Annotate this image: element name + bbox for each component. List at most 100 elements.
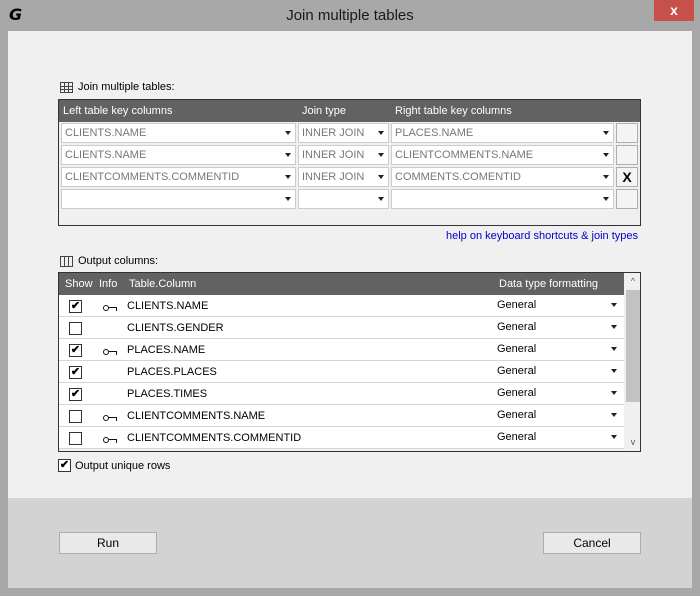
- output-table-header: Show Info Table.Column Data type formatt…: [59, 273, 624, 295]
- data-type-format-value: General: [497, 387, 537, 399]
- join-row: CLIENTCOMMENTS.COMMENTID INNER JOIN COMMEN…: [59, 166, 640, 188]
- join-type-dropdown[interactable]: [298, 189, 389, 209]
- data-type-format-value: General: [497, 365, 537, 377]
- left-key-dropdown[interactable]: CLIENTS.NAME: [61, 145, 296, 165]
- right-key-dropdown[interactable]: COMMENTS.COMENTID: [391, 167, 614, 187]
- delete-row-button[interactable]: [616, 145, 638, 165]
- header-show: Show: [65, 278, 93, 290]
- right-key-dropdown[interactable]: CLIENTCOMMENTS.NAME: [391, 145, 614, 165]
- delete-row-button[interactable]: [616, 189, 638, 209]
- join-row: CLIENTS.NAME INNER JOIN CLIENTCOMMENTS.NAM…: [59, 144, 640, 166]
- header-info: Info: [99, 278, 118, 290]
- close-button[interactable]: x: [654, 0, 694, 21]
- data-type-format-dropdown[interactable]: General: [497, 318, 623, 338]
- delete-row-button[interactable]: [616, 123, 638, 143]
- output-unique-rows-label: Output unique rows: [75, 459, 171, 472]
- dropdown-arrow-icon: [285, 131, 291, 135]
- output-unique-rows-option[interactable]: ✔ Output unique rows: [58, 459, 170, 472]
- table-column-name: PLACES.NAME: [127, 344, 206, 356]
- columns-icon: [60, 255, 73, 267]
- join-type-value: INNER JOIN: [302, 127, 365, 139]
- output-column-row: ✔ CLIENTS.NAME General: [59, 295, 624, 317]
- data-type-format-value: General: [497, 409, 537, 421]
- data-type-format-dropdown[interactable]: General: [497, 296, 623, 316]
- table-column-name: CLIENTS.GENDER: [127, 322, 224, 334]
- left-key-dropdown[interactable]: [61, 189, 296, 209]
- dropdown-arrow-icon: [603, 153, 609, 157]
- data-type-format-value: General: [497, 431, 537, 443]
- dropdown-arrow-icon: [285, 197, 291, 201]
- data-type-format-dropdown[interactable]: General: [497, 340, 623, 360]
- output-column-row: ✔ PLACES.NAME General: [59, 339, 624, 361]
- left-key-dropdown[interactable]: CLIENTS.NAME: [61, 123, 296, 143]
- delete-row-button[interactable]: X: [616, 167, 638, 187]
- right-key-dropdown[interactable]: PLACES.NAME: [391, 123, 614, 143]
- help-link[interactable]: help on keyboard shortcuts & join types: [446, 230, 638, 242]
- scroll-up-arrow-icon[interactable]: ^: [625, 273, 640, 290]
- right-key-value: CLIENTCOMMENTS.NAME: [395, 149, 534, 161]
- dropdown-arrow-icon: [611, 391, 617, 395]
- right-key-value: PLACES.NAME: [395, 127, 474, 139]
- dropdown-arrow-icon: [378, 131, 384, 135]
- cancel-button[interactable]: Cancel: [543, 532, 641, 554]
- output-section-label: Output columns:: [60, 255, 158, 267]
- header-data-type-formatting: Data type formatting: [499, 278, 599, 290]
- run-button[interactable]: Run: [59, 532, 157, 554]
- data-type-format-value: General: [497, 321, 537, 333]
- join-type-dropdown[interactable]: INNER JOIN: [298, 167, 389, 187]
- right-key-value: COMMENTS.COMENTID: [395, 171, 521, 183]
- header-right-key: Right table key columns: [395, 105, 512, 117]
- dropdown-arrow-icon: [611, 369, 617, 373]
- join-table: Left table key columns Join type Right t…: [58, 99, 641, 226]
- table-column-name: CLIENTCOMMENTS.COMMENTID: [127, 432, 302, 444]
- left-key-value: CLIENTCOMMENTS.COMMENTID: [65, 171, 240, 183]
- left-key-value: CLIENTS.NAME: [65, 127, 147, 139]
- dropdown-arrow-icon: [611, 347, 617, 351]
- show-checkbox[interactable]: ✔: [69, 388, 82, 401]
- output-column-row: ✔ PLACES.PLACES General: [59, 361, 624, 383]
- join-type-dropdown[interactable]: INNER JOIN: [298, 145, 389, 165]
- table-column-name: CLIENTS.NAME: [127, 300, 209, 312]
- vertical-scrollbar[interactable]: ^ v: [625, 273, 640, 451]
- data-type-format-value: General: [497, 343, 537, 355]
- scroll-down-arrow-icon[interactable]: v: [625, 434, 640, 451]
- title-bar: G Join multiple tables x: [0, 0, 700, 31]
- scrollbar-thumb[interactable]: [626, 290, 640, 402]
- output-unique-rows-checkbox[interactable]: ✔: [58, 459, 71, 472]
- data-type-format-dropdown[interactable]: General: [497, 428, 623, 448]
- dropdown-arrow-icon: [611, 325, 617, 329]
- dropdown-arrow-icon: [603, 131, 609, 135]
- dropdown-arrow-icon: [378, 175, 384, 179]
- dialog-footer: Run Cancel: [8, 498, 692, 588]
- header-left-key: Left table key columns: [63, 105, 173, 117]
- join-type-value: INNER JOIN: [302, 171, 365, 183]
- key-icon: [103, 415, 117, 421]
- dropdown-arrow-icon: [378, 197, 384, 201]
- dropdown-arrow-icon: [378, 153, 384, 157]
- header-join-type: Join type: [302, 105, 347, 117]
- show-checkbox[interactable]: ✔: [69, 366, 82, 379]
- show-checkbox[interactable]: [69, 432, 82, 445]
- join-table-header: Left table key columns Join type Right t…: [59, 100, 640, 122]
- join-row: CLIENTS.NAME INNER JOIN PLACES.NAME: [59, 122, 640, 144]
- join-type-value: INNER JOIN: [302, 149, 365, 161]
- join-type-dropdown[interactable]: INNER JOIN: [298, 123, 389, 143]
- show-checkbox[interactable]: ✔: [69, 300, 82, 313]
- show-checkbox[interactable]: [69, 322, 82, 335]
- data-type-format-dropdown[interactable]: General: [497, 384, 623, 404]
- right-key-dropdown[interactable]: [391, 189, 614, 209]
- data-type-format-dropdown[interactable]: General: [497, 362, 623, 382]
- output-column-row: CLIENTCOMMENTS.NAME General: [59, 405, 624, 427]
- show-checkbox[interactable]: [69, 410, 82, 423]
- data-type-format-dropdown[interactable]: General: [497, 406, 623, 426]
- window: G Join multiple tables x Join multiple t…: [0, 0, 700, 596]
- join-row: [59, 188, 640, 210]
- show-checkbox[interactable]: ✔: [69, 344, 82, 357]
- output-columns-table: Show Info Table.Column Data type formatt…: [58, 272, 641, 452]
- left-key-dropdown[interactable]: CLIENTCOMMENTS.COMMENTID: [61, 167, 296, 187]
- dropdown-arrow-icon: [611, 413, 617, 417]
- window-title: Join multiple tables: [286, 7, 414, 24]
- table-column-name: CLIENTCOMMENTS.NAME: [127, 410, 266, 422]
- header-table-column: Table.Column: [129, 278, 197, 290]
- output-column-row: CLIENTCOMMENTS.COMMENTID General: [59, 427, 624, 449]
